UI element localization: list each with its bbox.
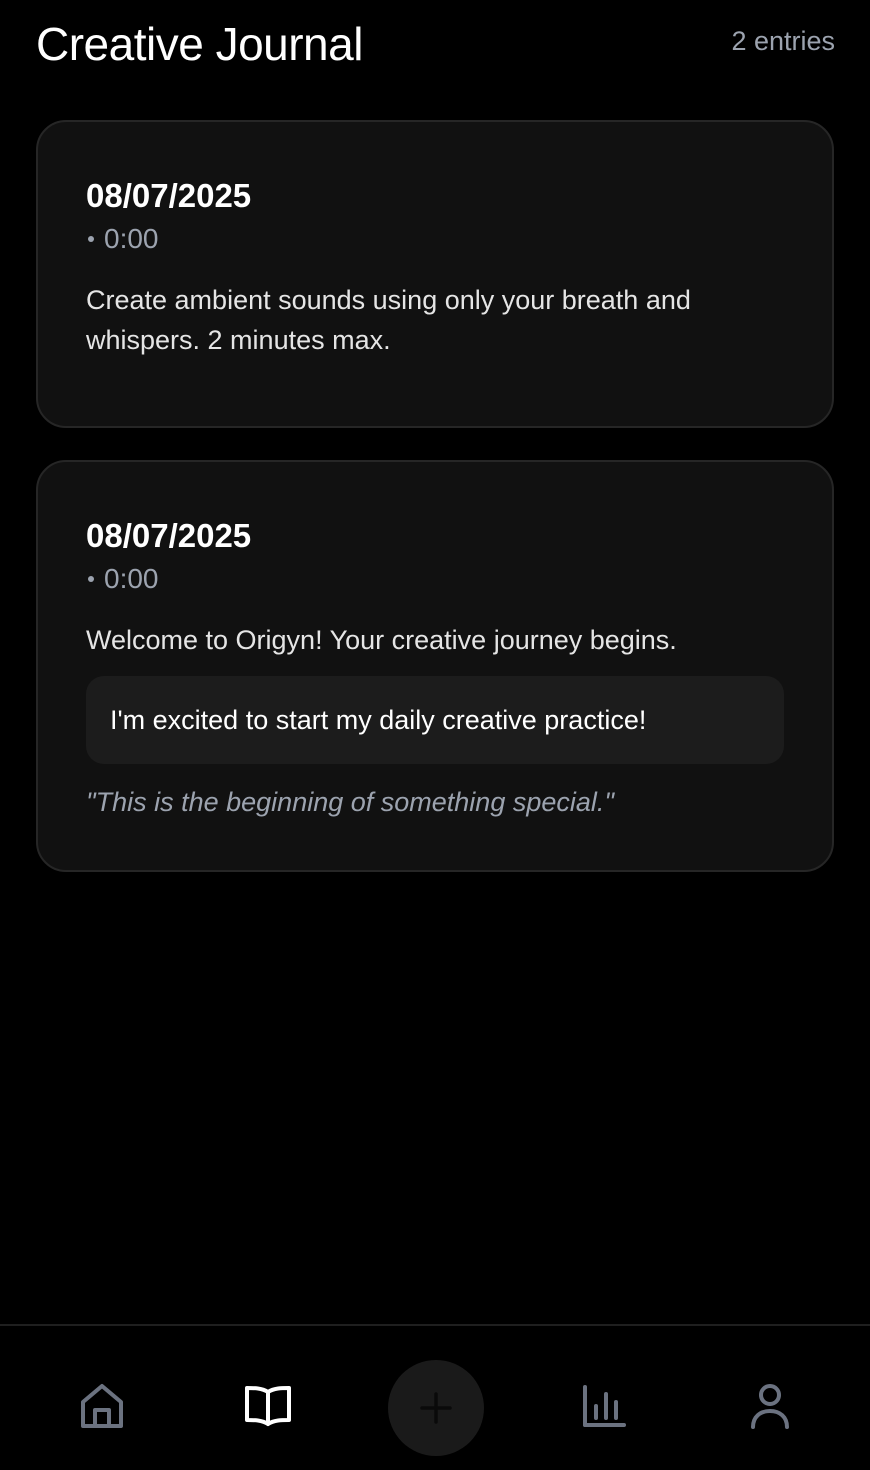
entry-response: I'm excited to start my daily creative p…	[86, 676, 784, 764]
bullet-dot	[88, 576, 94, 582]
bar-chart-icon	[583, 1385, 626, 1427]
entry-prompt: Welcome to Origyn! Your creative journey…	[86, 625, 677, 655]
journal-entry-card[interactable]: 08/07/2025 0:00 Create ambient sounds us…	[36, 120, 834, 428]
journal-screen: Creative Journal 2 entries 08/07/2025 0:…	[0, 0, 870, 1470]
book-icon	[245, 1386, 291, 1426]
nav-profile-button[interactable]	[740, 1376, 800, 1436]
journal-entry-card[interactable]: 08/07/2025 0:00 Welcome to Origyn! Your …	[36, 460, 834, 872]
entry-count: 2 entries	[731, 25, 835, 56]
user-icon	[751, 1384, 789, 1429]
bottom-nav-bar	[0, 1324, 870, 1470]
entry-time-value: 0:00	[104, 563, 159, 594]
bullet-dot	[88, 236, 94, 242]
entry-date: 08/07/2025	[86, 517, 252, 554]
entry-time-value: 0:00	[104, 223, 159, 254]
page-title: Creative Journal	[36, 18, 363, 70]
home-icon	[81, 1384, 123, 1428]
entry-time: 0:00	[86, 558, 784, 600]
nav-home-button[interactable]	[72, 1376, 132, 1436]
entry-date: 08/07/2025	[86, 177, 252, 214]
nav-journal-button[interactable]	[238, 1376, 298, 1436]
entry-prompt: Create ambient sounds using only your br…	[86, 285, 691, 355]
page-header: Creative Journal 2 entries	[36, 14, 835, 74]
plus-icon	[420, 1392, 452, 1424]
add-entry-button[interactable]	[388, 1360, 484, 1456]
entry-time: 0:00	[86, 218, 784, 260]
nav-stats-button[interactable]	[574, 1376, 634, 1436]
entry-reflection: "This is the beginning of something spec…	[86, 787, 614, 817]
